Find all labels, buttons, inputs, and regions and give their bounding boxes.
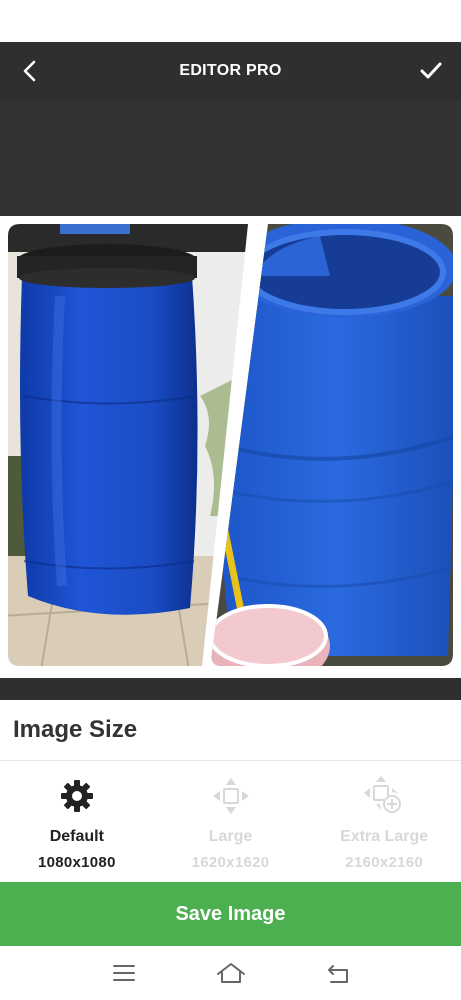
system-back-button[interactable] (316, 953, 360, 993)
system-nav-bar (0, 946, 461, 1000)
divider (0, 760, 461, 761)
home-button[interactable] (209, 953, 253, 993)
page-title: EDITOR PRO (179, 62, 282, 79)
back-button[interactable] (14, 55, 46, 87)
save-image-button[interactable]: Save Image (0, 882, 461, 946)
move-arrows-icon (211, 776, 251, 816)
status-bar (0, 0, 461, 42)
size-options: Default 1080x1080 Large 1620x1620 Extra … (0, 770, 461, 880)
chevron-left-icon (23, 60, 36, 82)
save-image-label: Save Image (175, 902, 286, 925)
editor-background (0, 100, 461, 216)
size-option-label: Large (208, 828, 253, 845)
image-size-title: Image Size (13, 716, 138, 743)
photo-collage[interactable] (0, 216, 461, 678)
size-option-dims: 1620x1620 (191, 854, 270, 871)
gear-icon (57, 776, 97, 816)
size-option-extra-large[interactable]: Extra Large 2160x2160 (307, 770, 461, 880)
size-option-label: Default (49, 828, 104, 845)
checkmark-icon (420, 62, 442, 79)
move-arrows-plus-icon (364, 776, 404, 816)
back-arrow-icon (327, 965, 348, 983)
size-option-label: Extra Large (340, 828, 429, 845)
home-icon (216, 963, 245, 983)
editor-bottom-strip (0, 678, 461, 700)
confirm-button[interactable] (415, 55, 447, 87)
recents-button[interactable] (102, 953, 146, 993)
size-option-large[interactable]: Large 1620x1620 (154, 770, 308, 880)
menu-lines-icon (112, 965, 135, 981)
size-option-default[interactable]: Default 1080x1080 (0, 770, 154, 880)
top-app-bar: EDITOR PRO (0, 42, 461, 100)
size-option-dims: 1080x1080 (37, 854, 116, 871)
size-option-dims: 2160x2160 (345, 854, 424, 871)
